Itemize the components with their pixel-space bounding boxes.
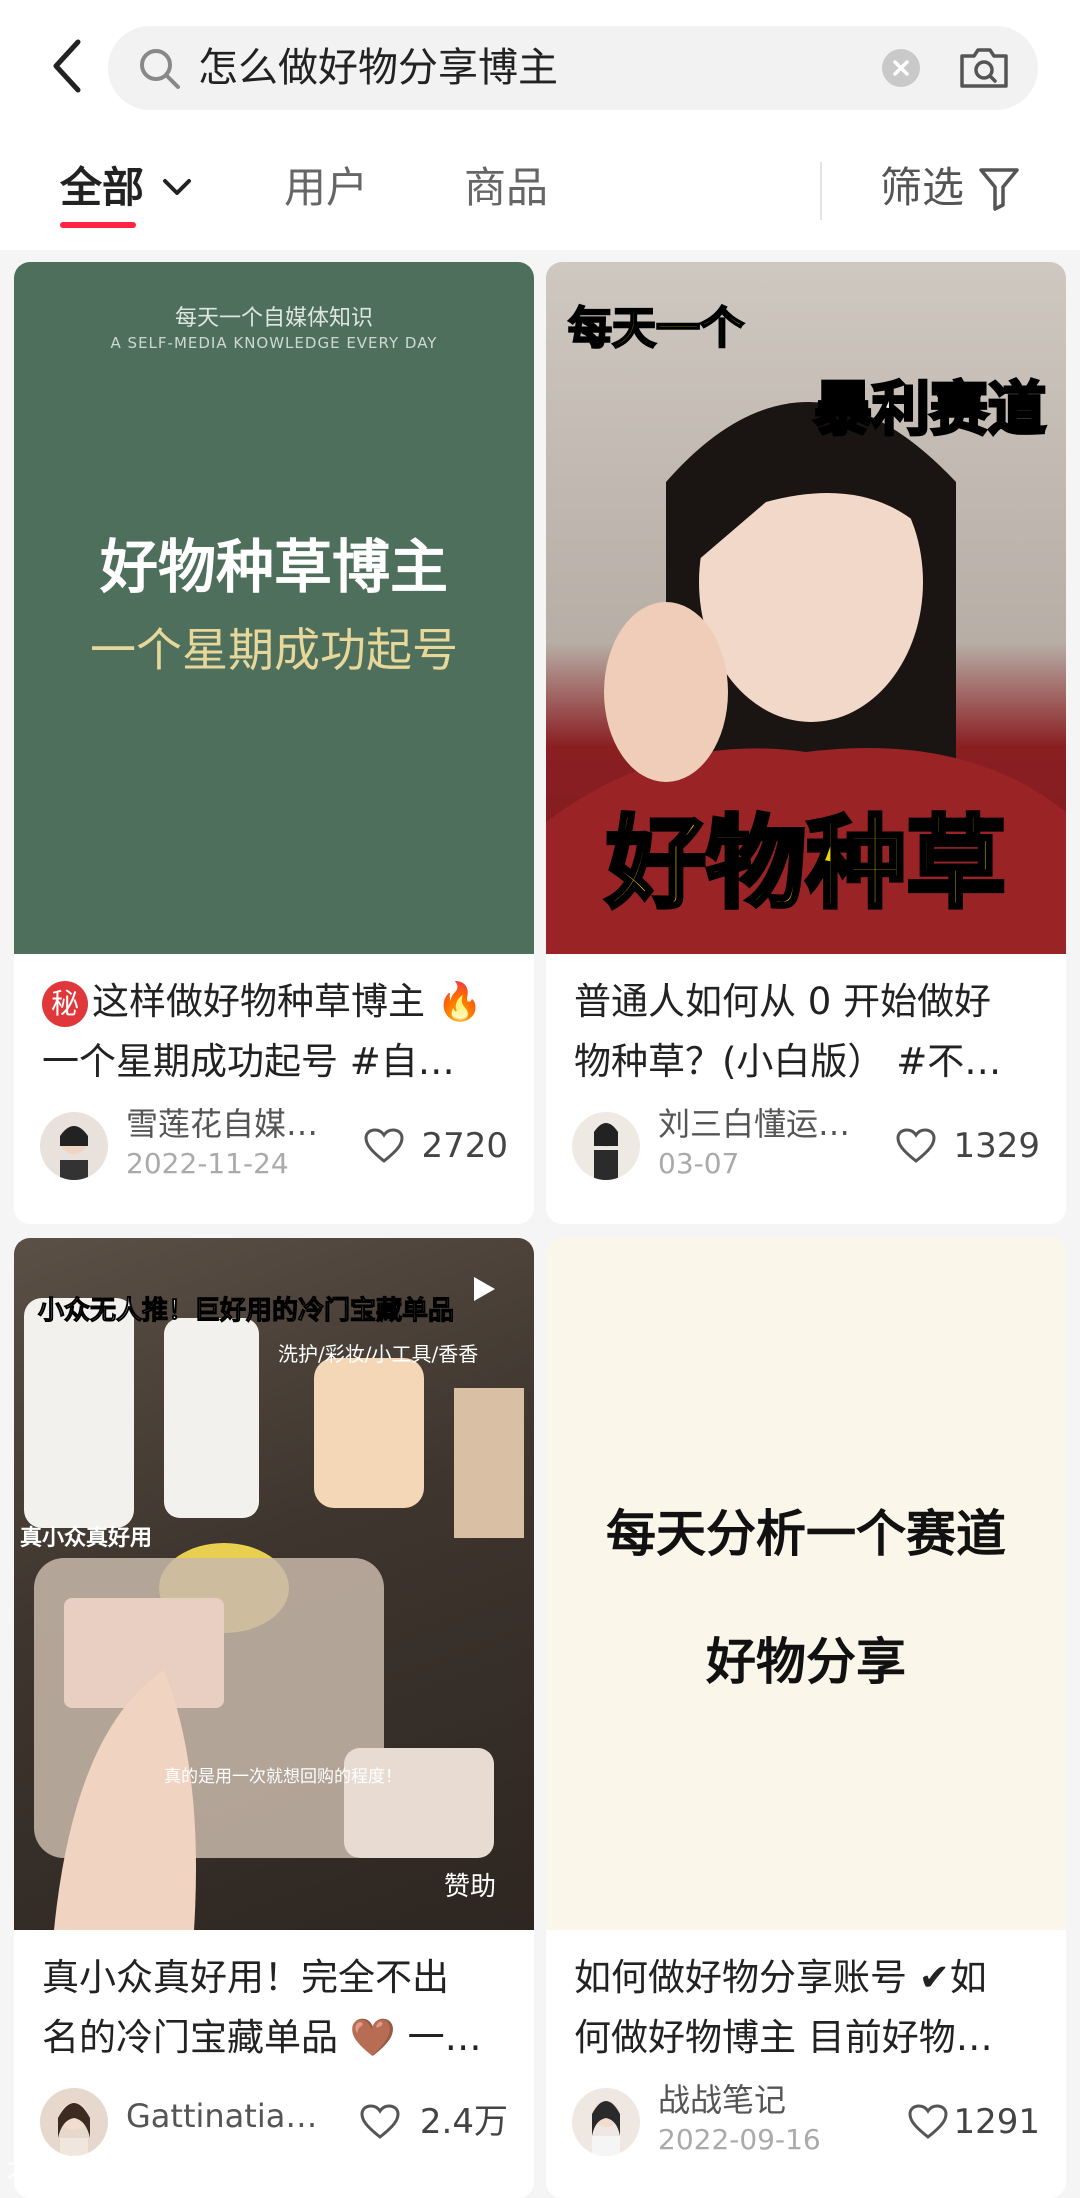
note-title-line1: 这样做好物种草博主 🔥	[92, 980, 483, 1023]
post-date: 2022-11-24	[126, 1147, 289, 1180]
cover-tag-large: 暴利赛道	[812, 374, 1047, 445]
tab-users[interactable]: 用户	[284, 160, 368, 216]
author-name[interactable]: 雪莲花自媒…	[126, 1104, 318, 1144]
active-tab-indicator	[60, 222, 136, 228]
tab-all[interactable]: 全部	[60, 160, 144, 216]
search-input[interactable]: 怎么做好物分享博主	[198, 42, 558, 94]
heart-icon[interactable]	[364, 1128, 404, 1164]
heart-icon[interactable]	[908, 2104, 948, 2140]
search-icon	[140, 49, 180, 89]
avatar[interactable]	[572, 2088, 640, 2156]
like-count: 2.4万	[419, 2102, 508, 2142]
image-search-camera-icon[interactable]	[958, 46, 1010, 90]
cover-headline: 好物种草	[604, 803, 1008, 924]
filter-funnel-icon[interactable]	[978, 166, 1020, 212]
note-title-line2: 一个星期成功起号 #自…	[42, 1040, 455, 1083]
note-title-line2: 名的冷门宝藏单品 🤎 一…	[42, 2016, 482, 2059]
note-cover-image[interactable]: 小众无人推！巨好用的冷门宝藏单品 洗护/彩妆/小工具/香香 真小众真好用 真的是…	[14, 1238, 534, 1930]
note-title[interactable]: 秘这样做好物种草博主 🔥 一个星期成功起号 #自…	[42, 972, 512, 1092]
tab-divider	[820, 162, 822, 220]
tab-products[interactable]: 商品	[464, 160, 548, 216]
author-name[interactable]: Gattinatia…	[126, 2096, 317, 2136]
cover-note-caption: 真的是用一次就想回购的程度！	[164, 1767, 402, 1787]
note-title-line2: 物种草？(小白版） #不…	[574, 1040, 1002, 1083]
heart-icon[interactable]	[360, 2104, 400, 2140]
note-title[interactable]: 真小众真好用！完全不出 名的冷门宝藏单品 🤎 一…	[42, 1948, 512, 2068]
cover-top-caption: 每天一个自媒体知识	[174, 306, 373, 331]
video-play-icon	[474, 1277, 495, 1301]
search-bar[interactable]: 怎么做好物分享博主	[108, 26, 1038, 110]
secret-badge: 秘	[42, 980, 88, 1027]
cover-headline: 每天分析一个赛道	[606, 1505, 1006, 1563]
watermark-text: 大数跨境	[6, 2154, 111, 2184]
note-title-line2: 何做好物博主 目前好物…	[574, 2016, 993, 2059]
note-cover-image[interactable]: 每天一个自媒体知识 A SELF-MEDIA KNOWLEDGE EVERY D…	[14, 262, 534, 954]
top-bar: 怎么做好物分享博主 全部 用户 商品 筛选	[0, 0, 1080, 250]
note-card[interactable]: 小众无人推！巨好用的冷门宝藏单品 洗护/彩妆/小工具/香香 真小众真好用 真的是…	[14, 1238, 534, 2198]
author-name[interactable]: 刘三白懂运…	[658, 1104, 850, 1144]
note-card[interactable]: 每天一个自媒体知识 A SELF-MEDIA KNOWLEDGE EVERY D…	[14, 262, 534, 1224]
note-title[interactable]: 如何做好物分享账号 ✔如 何做好物博主 目前好物…	[574, 1948, 1044, 2068]
cover-headline: 小众无人推！巨好用的冷门宝藏单品	[37, 1296, 455, 1327]
avatar[interactable]	[572, 1112, 640, 1180]
author-name[interactable]: 战战笔记	[658, 2080, 786, 2120]
result-tabs: 全部 用户 商品 筛选	[0, 150, 1080, 230]
clear-search-icon[interactable]	[882, 49, 920, 87]
cover-side-caption: 真小众真好用	[20, 1526, 153, 1551]
note-card[interactable]: 每天分析一个赛道 好物分享 如何做好物分享账号 ✔如 何做好物博主 目前好物… …	[546, 1238, 1066, 2198]
note-card[interactable]: 每天一个 暴利赛道 好物种草 普通人如何从 0 开始做好 物种草？(小白版） #…	[546, 262, 1066, 1224]
chevron-down-icon[interactable]	[160, 176, 194, 200]
note-title-line1: 普通人如何从 0 开始做好	[574, 980, 992, 1023]
like-count: 1291	[953, 2102, 1040, 2142]
note-title-line1: 如何做好物分享账号 ✔如	[574, 1956, 987, 1999]
sponsored-tag: 赞助	[443, 1872, 496, 1902]
cover-top-caption-en: A SELF-MEDIA KNOWLEDGE EVERY DAY	[110, 334, 438, 352]
like-count: 2720	[421, 1126, 508, 1166]
post-date: 2022-09-16	[658, 2123, 821, 2156]
heart-icon[interactable]	[896, 1128, 936, 1164]
like-count: 1329	[953, 1126, 1040, 1166]
note-cover-image[interactable]: 每天分析一个赛道 好物分享	[546, 1238, 1066, 1930]
cover-subheadline: 一个星期成功起号	[90, 623, 458, 677]
back-arrow-icon[interactable]	[44, 36, 92, 96]
note-cover-image[interactable]: 每天一个 暴利赛道 好物种草	[546, 262, 1066, 954]
cover-tag-small: 每天一个	[567, 302, 745, 355]
avatar[interactable]	[40, 2088, 108, 2156]
cover-headline: 好物种草博主	[99, 533, 448, 601]
note-title[interactable]: 普通人如何从 0 开始做好 物种草？(小白版） #不…	[574, 972, 1044, 1092]
avatar[interactable]	[40, 1112, 108, 1180]
note-title-line1: 真小众真好用！完全不出	[42, 1956, 449, 1999]
post-date: 03-07	[658, 1147, 740, 1180]
cover-subheadline: 好物分享	[706, 1633, 906, 1691]
cover-subheadline: 洗护/彩妆/小工具/香香	[278, 1342, 479, 1366]
filter-button[interactable]: 筛选	[880, 160, 964, 216]
